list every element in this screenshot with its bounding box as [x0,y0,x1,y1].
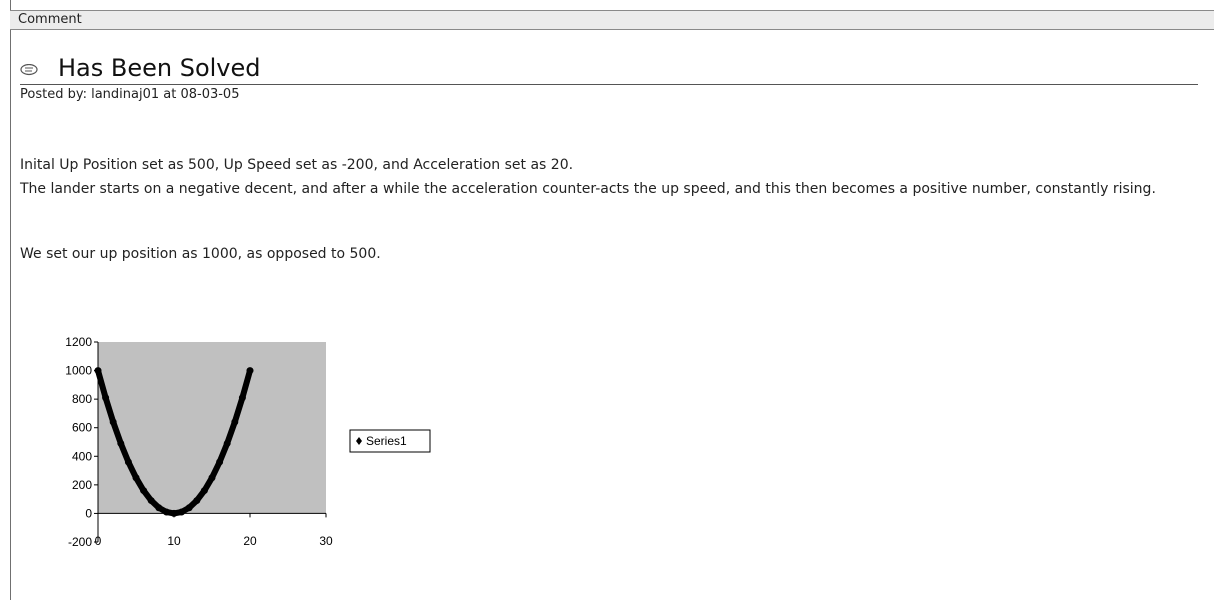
series1-point [132,474,140,482]
post-byline: Posted by: landinaj01 at 08-03-05 [20,87,240,102]
series1-point [94,367,102,375]
post-paragraph: Inital Up Position set as 500, Up Speed … [20,157,574,173]
chart-legend: Series1 [349,429,431,453]
series1-point [200,487,208,495]
chart-svg: -2000200400600800100012000 10 20 30 Series1 [65,335,431,549]
series1-point [208,474,216,482]
lander-chart: -200 0 200 400 600 800 1000 1200 0 10 20 30 Series1 [0,330,460,580]
series1-point [102,394,110,402]
y-tick-label: 800 [72,392,92,406]
y-tick-label: 1000 [65,364,92,378]
comment-bubble-icon [20,64,38,76]
comment-header-bar: Comment [10,10,1214,30]
series1-point [216,458,224,466]
plot-area [98,342,326,514]
post-paragraph: We set our up position as 1000, as oppos… [20,246,381,262]
post-paragraph: The lander starts on a negative decent, … [20,181,1156,197]
y-tick-label: 400 [72,449,92,463]
post-title-row: Has Been Solved [20,52,1198,85]
series1-point [193,497,201,505]
series1-point [231,418,239,426]
series1-point [155,504,163,512]
post-title: Has Been Solved [58,54,261,82]
series1-point [238,394,246,402]
y-tick-label: 0 [85,506,92,520]
y-tick-label: 600 [72,421,92,435]
y-tick-label: 1200 [65,335,92,349]
series1-point [170,509,178,517]
series1-point [140,487,148,495]
legend-label: Series1 [366,434,407,448]
series1-point [162,508,170,516]
comment-header-label: Comment [18,12,82,27]
x-tick-label: 30 [319,534,333,548]
x-tick-label: 20 [243,534,257,548]
series1-point [185,504,193,512]
series1-point [246,367,254,375]
series1-point [147,497,155,505]
series1-point [124,458,132,466]
x-tick-label: 10 [167,534,181,548]
series1-point [117,439,125,447]
series1-point [178,508,186,516]
y-tick-label: -200 [68,535,92,549]
series1-point [223,439,231,447]
x-tick-label: 0 [95,534,102,548]
y-tick-label: 200 [72,478,92,492]
series1-point [109,418,117,426]
